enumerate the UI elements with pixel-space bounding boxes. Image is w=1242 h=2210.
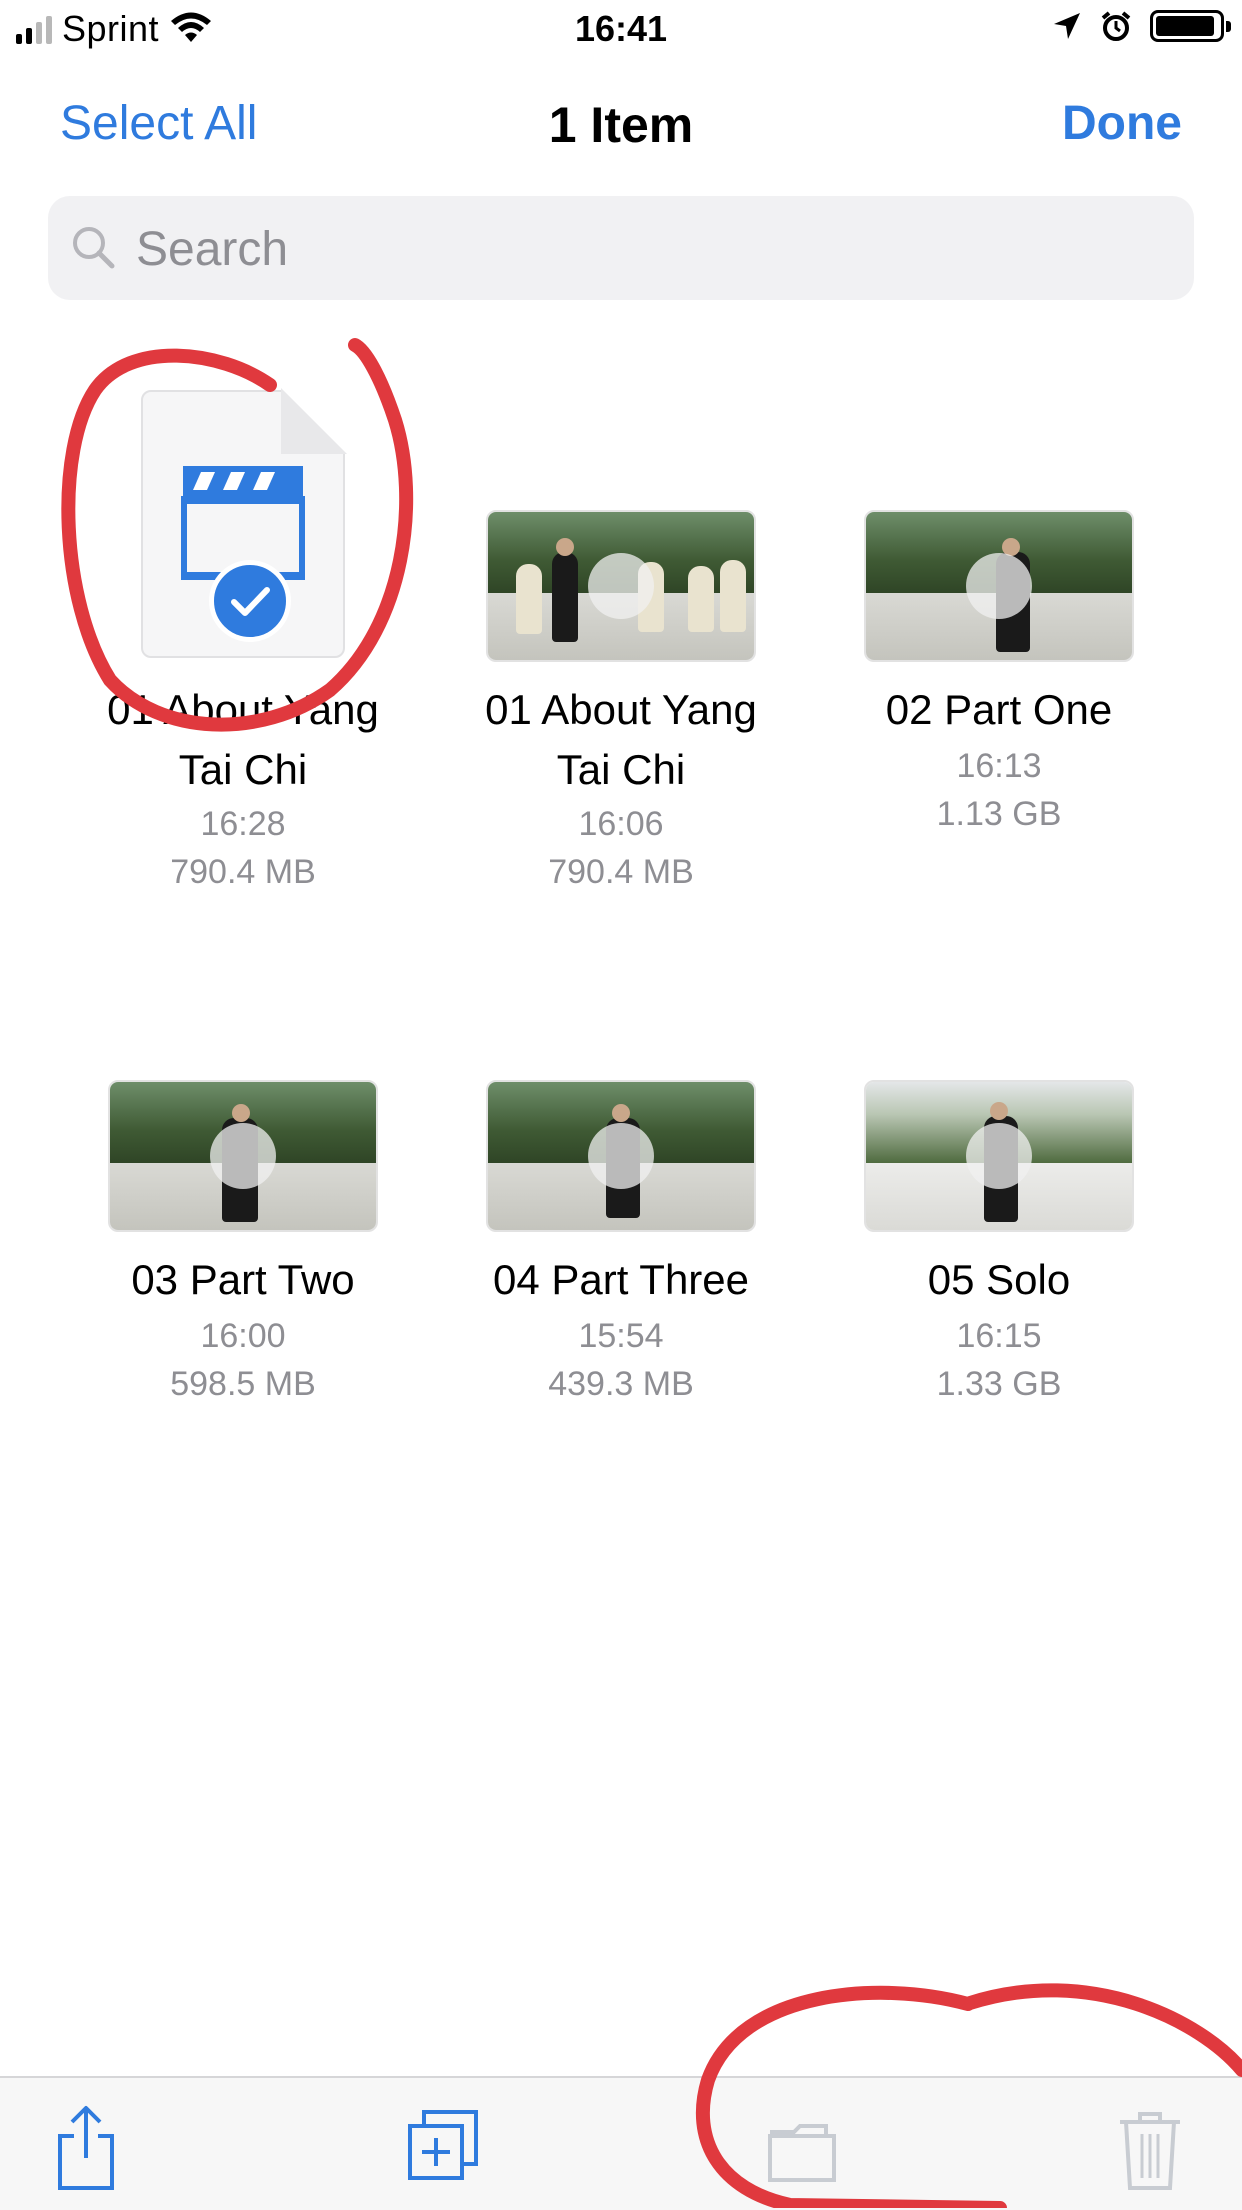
battery-icon (1150, 10, 1231, 42)
file-time: 16:15 (956, 1317, 1042, 1355)
search-bar[interactable] (48, 196, 1194, 300)
location-arrow-icon (1054, 13, 1080, 39)
file-name: 05 Solo (927, 1256, 1071, 1303)
file-time: 15:54 (578, 1317, 664, 1355)
file-size: 439.3 MB (548, 1365, 694, 1403)
status-bar: Sprint 16:41 (0, 0, 1242, 62)
video-thumbnail (864, 510, 1134, 662)
alarm-icon (1101, 11, 1131, 41)
file-size: 598.5 MB (170, 1365, 316, 1403)
trash-icon[interactable] (1110, 2102, 1190, 2192)
file-item[interactable]: 04 Part Three 15:54 439.3 MB (432, 960, 810, 1410)
play-circle-icon (966, 1123, 1032, 1189)
file-item[interactable]: 01 About Yang Tai Chi 16:06 790.4 MB (432, 390, 810, 900)
search-icon (73, 227, 115, 269)
video-thumbnail (486, 1080, 756, 1232)
move-folder-icon[interactable] (764, 2102, 854, 2192)
status-right (1052, 10, 1231, 42)
play-circle-icon (210, 1123, 276, 1189)
file-name-line2: Tai Chi (178, 746, 308, 793)
video-thumbnail (108, 1080, 378, 1232)
video-thumbnail (864, 1080, 1134, 1232)
file-time: 16:06 (578, 805, 664, 843)
file-name: 03 Part Two (131, 1256, 355, 1303)
selected-checkmark-icon (209, 560, 291, 642)
file-size: 790.4 MB (170, 853, 316, 891)
file-item[interactable]: 03 Part Two 16:00 598.5 MB (54, 960, 432, 1410)
bottom-toolbar (0, 2076, 1242, 2210)
file-size: 1.33 GB (936, 1365, 1062, 1403)
navigation-bar: Select All 1 Item Done (0, 90, 1242, 160)
file-size: 1.13 GB (936, 795, 1062, 833)
duplicate-icon[interactable] (404, 2102, 484, 2192)
play-circle-icon (588, 1123, 654, 1189)
search-input[interactable] (134, 216, 1178, 282)
video-document-icon (141, 388, 347, 658)
share-icon[interactable] (46, 2102, 126, 2192)
file-name: 01 About Yang (485, 686, 757, 733)
file-item[interactable]: 05 Solo 16:15 1.33 GB (810, 960, 1188, 1410)
file-item[interactable]: 01 About Yang Tai Chi 16:28 790.4 MB (54, 388, 432, 900)
play-circle-icon (966, 553, 1032, 619)
video-thumbnail (486, 510, 756, 662)
file-name: 01 About Yang (107, 686, 379, 733)
file-name-line2: Tai Chi (556, 746, 686, 793)
file-name: 04 Part Three (492, 1256, 750, 1303)
page-title: 1 Item (548, 97, 694, 153)
done-button[interactable]: Done (1062, 96, 1182, 151)
play-circle-icon (588, 553, 654, 619)
file-time: 16:13 (956, 747, 1042, 785)
file-size: 790.4 MB (548, 853, 694, 891)
file-item[interactable]: 02 Part One 16:13 1.13 GB (810, 390, 1188, 900)
file-name: 02 Part One (885, 686, 1113, 733)
file-time: 16:00 (200, 1317, 286, 1355)
file-time: 16:28 (200, 805, 286, 843)
